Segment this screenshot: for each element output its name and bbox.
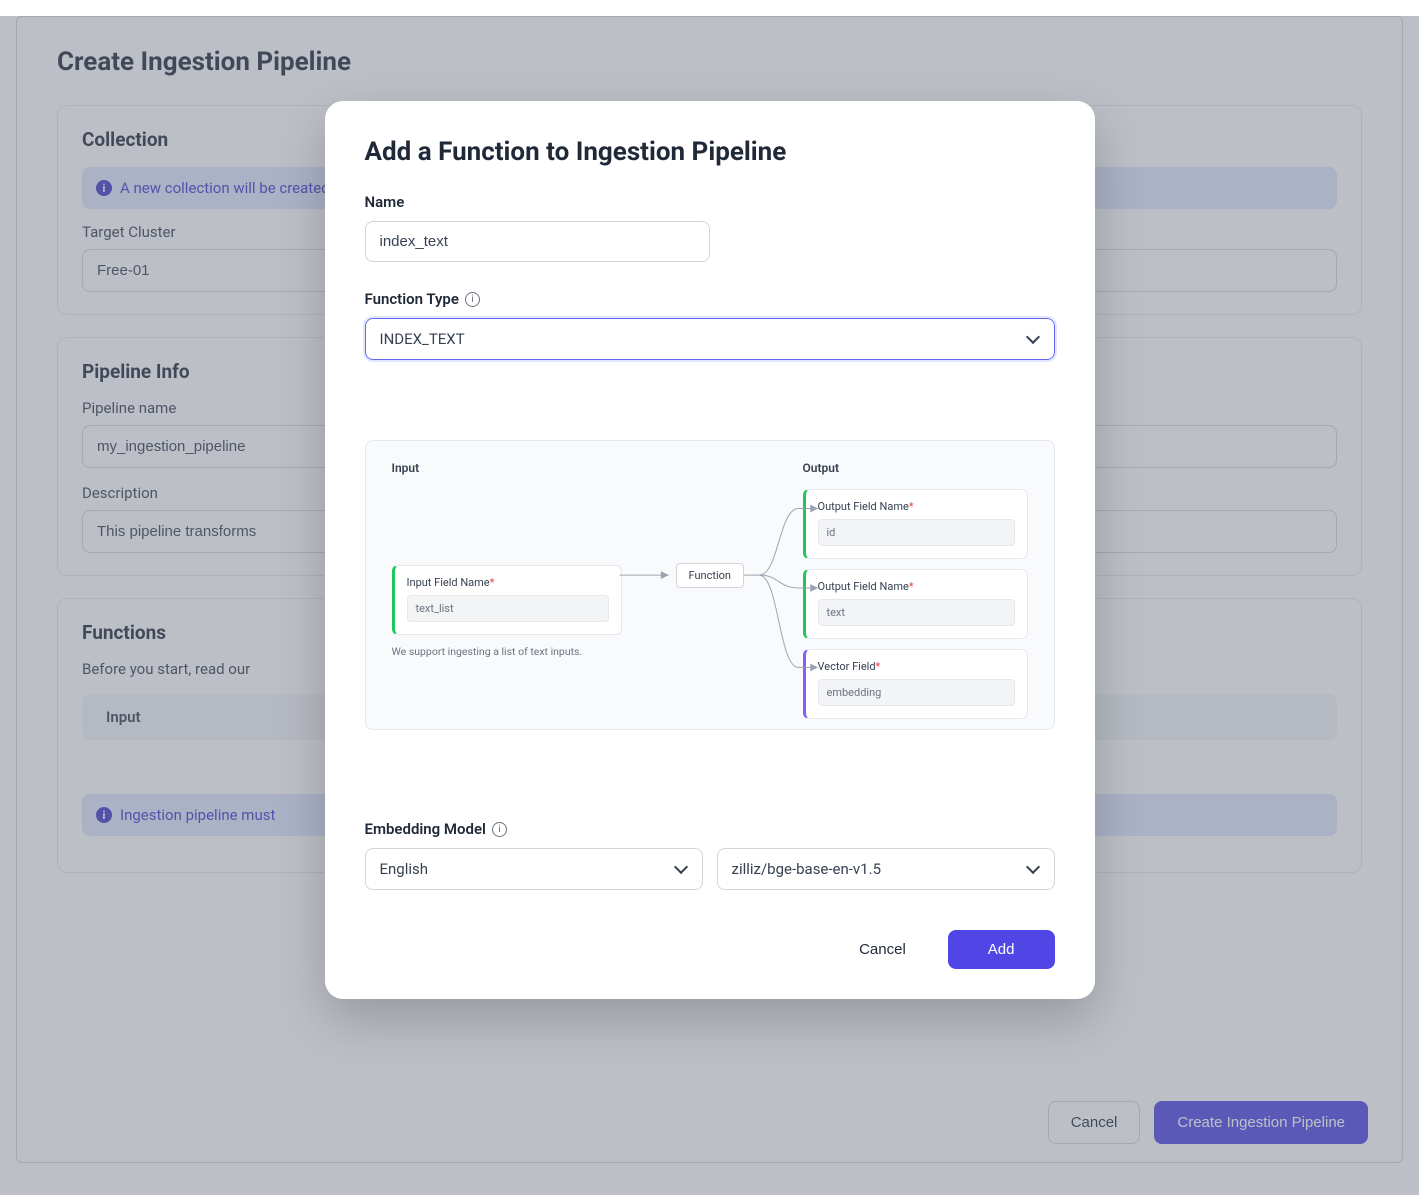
diagram-input-column: Input Input Field Name* text_list We sup… bbox=[392, 461, 622, 705]
diagram-output-column: Output Output Field Name* id Output Fiel… bbox=[803, 461, 1028, 705]
diagram-helper-text: We support ingesting a list of text inpu… bbox=[392, 645, 622, 658]
chevron-down-icon bbox=[1026, 862, 1040, 876]
add-function-modal: Add a Function to Ingestion Pipeline Nam… bbox=[325, 101, 1095, 999]
function-type-label: Function Type i bbox=[365, 290, 1055, 308]
function-name-label: Name bbox=[365, 193, 1055, 211]
output-field-text[interactable]: text bbox=[818, 599, 1015, 626]
input-field-label: Input Field Name* bbox=[407, 576, 609, 589]
function-name-input[interactable] bbox=[365, 221, 710, 262]
diagram-input-heading: Input bbox=[392, 461, 622, 475]
diagram-output-heading: Output bbox=[803, 461, 1028, 475]
function-type-select[interactable]: INDEX_TEXT bbox=[365, 318, 1055, 360]
modal-title: Add a Function to Ingestion Pipeline bbox=[365, 137, 1055, 167]
input-field-card: Input Field Name* text_list bbox=[392, 565, 622, 635]
vector-field-value[interactable]: embedding bbox=[818, 679, 1015, 706]
chevron-down-icon bbox=[1026, 332, 1040, 346]
function-type-value: INDEX_TEXT bbox=[380, 330, 465, 348]
input-field-value[interactable]: text_list bbox=[407, 595, 609, 622]
output-field-id-card: Output Field Name* id bbox=[803, 489, 1028, 559]
info-icon[interactable]: i bbox=[465, 292, 480, 307]
chevron-down-icon bbox=[674, 862, 688, 876]
modal-actions: Cancel Add bbox=[365, 930, 1055, 969]
modal-add-button[interactable]: Add bbox=[948, 930, 1055, 969]
modal-overlay: Add a Function to Ingestion Pipeline Nam… bbox=[0, 16, 1419, 1195]
function-diagram: Input Input Field Name* text_list We sup… bbox=[365, 440, 1055, 730]
embedding-model-label: Embedding Model i bbox=[365, 820, 1055, 838]
function-node: Function bbox=[676, 563, 744, 588]
embedding-language-select[interactable]: English bbox=[365, 848, 703, 890]
embedding-model-select[interactable]: zilliz/bge-base-en-v1.5 bbox=[717, 848, 1055, 890]
output-field-text-card: Output Field Name* text bbox=[803, 569, 1028, 639]
vector-field-card: Vector Field* embedding bbox=[803, 649, 1028, 719]
modal-cancel-button[interactable]: Cancel bbox=[831, 930, 934, 969]
output-field-id[interactable]: id bbox=[818, 519, 1015, 546]
info-icon[interactable]: i bbox=[492, 822, 507, 837]
